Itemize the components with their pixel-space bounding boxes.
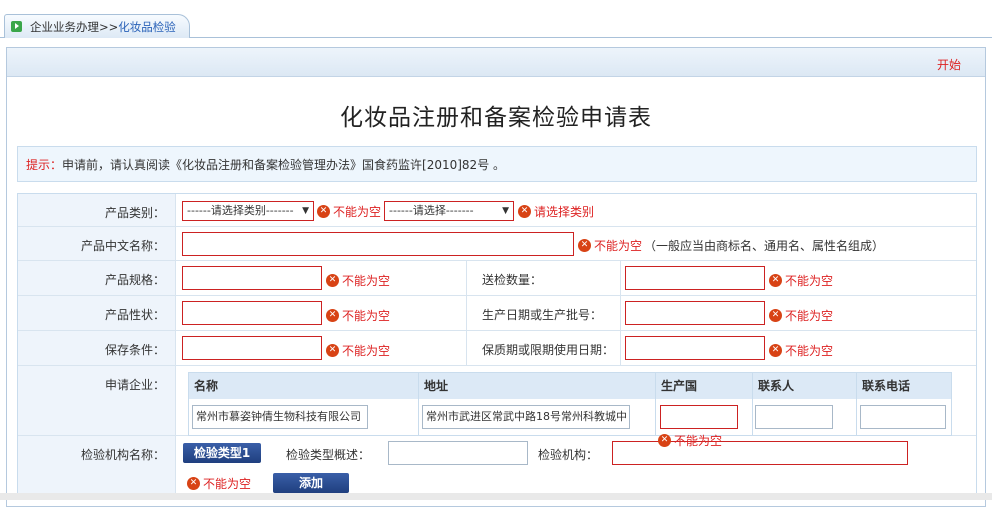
status-bar	[0, 493, 992, 500]
contact-input[interactable]	[755, 405, 833, 429]
row-nature: 产品性状： ✕ 不能为空 生产日期或生产批号： ✕ 不能为空	[18, 296, 976, 331]
tab-bar: 企业业务办理>> 化妆品检验	[0, 0, 992, 38]
qty-input[interactable]	[625, 266, 765, 290]
page-title: 化妆品注册和备案检验申请表	[340, 105, 652, 131]
error-icon: ✕	[518, 205, 531, 218]
col-header-phone: 联系电话	[862, 379, 911, 393]
nature-error: ✕ 不能为空	[326, 307, 390, 324]
col-header-country: 生产国	[656, 373, 753, 399]
application-form: 产品类别： ------请选择类别------- ▼ ✕ 不能为空 ------…	[17, 193, 977, 497]
error-icon: ✕	[317, 205, 330, 218]
row-storage: 保存条件： ✕ 不能为空 保质期或限期使用日期： ✕ 不能为空	[18, 331, 976, 366]
error-icon: ✕	[769, 344, 782, 357]
shelf-error: ✕ 不能为空	[769, 342, 833, 359]
shelf-input[interactable]	[625, 336, 765, 360]
batch-label: 生产日期或生产批号：	[482, 308, 603, 322]
error-icon: ✕	[769, 309, 782, 322]
spec-error: ✕ 不能为空	[326, 272, 390, 289]
start-link[interactable]: 开始	[937, 56, 961, 73]
subcategory-select[interactable]: ------请选择------- ▼	[384, 201, 514, 221]
breadcrumb-current: 化妆品检验	[118, 19, 176, 34]
category-label: 产品类别：	[104, 206, 165, 220]
row-agency: 检验机构名称： 检验类型1 检验类型概述： 检验机构：	[18, 436, 976, 496]
error-icon: ✕	[326, 309, 339, 322]
row-spec: 产品规格： ✕ 不能为空 送检数量： ✕ 不能为空	[18, 261, 976, 296]
col-header-address: 地址	[419, 373, 656, 399]
cn-name-hint: （一般应当由商标名、通用名、属性名组成）	[644, 239, 885, 253]
country-input[interactable]	[660, 405, 738, 429]
storage-label: 保存条件：	[104, 343, 165, 357]
col-header-name: 名称	[189, 373, 419, 399]
company-table: 名称 地址 生产国 联系人 联系电话 常州市慕姿钟倩生物科技有限公司 常州市武进…	[188, 372, 952, 436]
tab-cosmetic-inspection[interactable]: 企业业务办理>> 化妆品检验	[4, 14, 190, 38]
notice-label: 提示：	[26, 157, 63, 172]
error-icon: ✕	[578, 239, 591, 252]
col-header-contact: 联系人	[753, 373, 857, 399]
row-cn-name: 产品中文名称： ✕ 不能为空 （一般应当由商标名、通用名、属性名组成）	[18, 227, 976, 261]
content-frame: 开始 化妆品注册和备案检验申请表 提示： 申请前，请认真阅读《化妆品注册和备案检…	[6, 47, 986, 507]
category-error: ✕ 不能为空	[317, 203, 381, 220]
cn-name-error: ✕ 不能为空 （一般应当由商标名、通用名、属性名组成）	[578, 237, 884, 254]
error-icon: ✕	[658, 434, 671, 447]
error-icon: ✕	[187, 477, 200, 490]
company-label: 申请企业：	[104, 378, 165, 392]
type-desc-label: 检验类型概述：	[286, 448, 371, 462]
nature-label: 产品性状：	[104, 308, 165, 322]
row-category: 产品类别： ------请选择类别------- ▼ ✕ 不能为空 ------…	[18, 194, 976, 227]
category-select-value: ------请选择类别-------	[187, 204, 294, 217]
shelf-label: 保质期或限期使用日期：	[482, 343, 615, 357]
cn-name-label: 产品中文名称：	[80, 239, 165, 253]
error-icon: ✕	[326, 344, 339, 357]
agency-label: 检验机构名称：	[80, 448, 165, 462]
company-name-input[interactable]: 常州市慕姿钟倩生物科技有限公司	[192, 405, 368, 429]
batch-error: ✕ 不能为空	[769, 307, 833, 324]
company-table-header: 名称 地址 生产国 联系人 联系电话	[189, 373, 951, 399]
error-icon: ✕	[769, 274, 782, 287]
company-table-row: 常州市慕姿钟倩生物科技有限公司 常州市武进区常武中路18号常州科教城中	[189, 399, 951, 435]
nature-input[interactable]	[182, 301, 322, 325]
breadcrumb-parent[interactable]: 企业业务办理>>	[30, 19, 118, 35]
subcategory-error: ✕ 请选择类别	[518, 203, 594, 220]
chevron-down-icon: ▼	[302, 206, 309, 216]
country-error: ✕ 不能为空	[658, 432, 722, 449]
error-icon: ✕	[326, 274, 339, 287]
batch-input[interactable]	[625, 301, 765, 325]
subcategory-select-value: ------请选择-------	[389, 204, 474, 217]
agency-select-label: 检验机构：	[538, 448, 599, 462]
qty-error: ✕ 不能为空	[769, 272, 833, 289]
play-icon	[11, 21, 22, 32]
agency-input[interactable]	[612, 441, 908, 465]
qty-label: 送检数量：	[482, 273, 543, 287]
add-button[interactable]: 添加	[273, 473, 349, 493]
agency-type-error: ✕ 不能为空	[187, 475, 251, 492]
storage-input[interactable]	[182, 336, 322, 360]
chevron-down-icon: ▼	[502, 206, 509, 216]
top-toolbar: 开始	[7, 48, 985, 77]
spec-label: 产品规格：	[104, 273, 165, 287]
company-address-input[interactable]: 常州市武进区常武中路18号常州科教城中	[422, 405, 630, 429]
notice-text: 申请前，请认真阅读《化妆品注册和备案检验管理办法》国食药监许[2010]82号 …	[62, 157, 506, 172]
row-company: 申请企业： 名称 地址 生产国 联系人 联系电话 常州市慕姿钟倩生物科技有限公司	[18, 366, 976, 436]
category-select[interactable]: ------请选择类别------- ▼	[182, 201, 314, 221]
type-desc-input[interactable]	[388, 441, 528, 465]
storage-error: ✕ 不能为空	[326, 342, 390, 359]
spec-input[interactable]	[182, 266, 322, 290]
notice-box: 提示： 申请前，请认真阅读《化妆品注册和备案检验管理办法》国食药监许[2010]…	[17, 146, 977, 182]
phone-input[interactable]	[860, 405, 946, 429]
cn-name-input[interactable]	[182, 232, 574, 256]
inspection-type-button[interactable]: 检验类型1	[183, 443, 261, 463]
